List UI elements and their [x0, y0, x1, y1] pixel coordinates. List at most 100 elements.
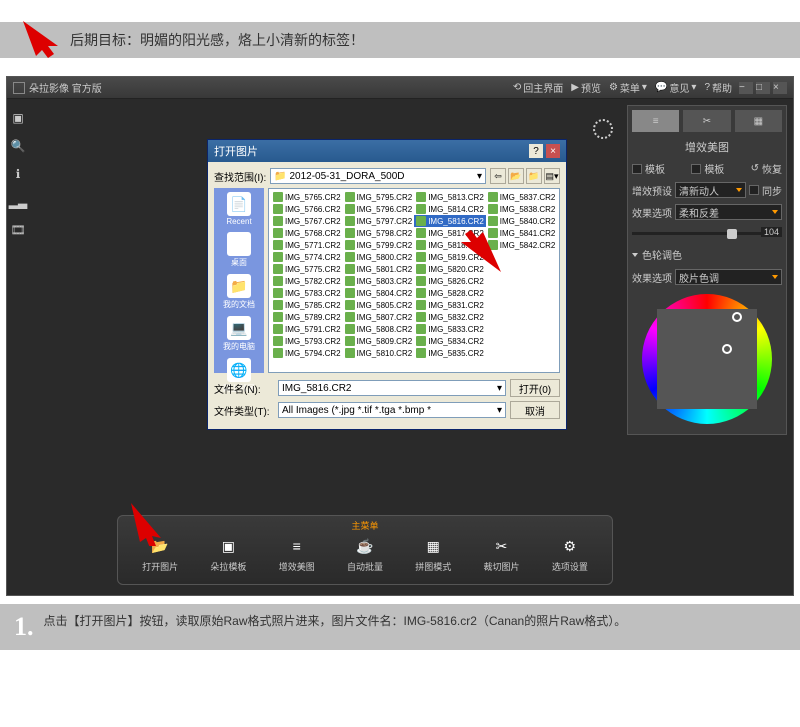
file-item[interactable]: IMG_5820.CR2: [414, 263, 486, 275]
file-item[interactable]: IMG_5801.CR2: [343, 263, 415, 275]
file-item[interactable]: [486, 311, 558, 323]
rp-tab-adjust[interactable]: ≡: [632, 110, 679, 132]
rp-tab-grid[interactable]: ▦: [735, 110, 782, 132]
menu-item-6[interactable]: ⚙选项设置: [552, 535, 588, 573]
nav-back-icon[interactable]: ⇦: [490, 168, 506, 184]
sb-mypc[interactable]: 💻我的电脑: [223, 316, 255, 352]
file-item[interactable]: IMG_5808.CR2: [343, 323, 415, 335]
nav-up-icon[interactable]: 📂: [508, 168, 524, 184]
file-item[interactable]: IMG_5818.CR2: [414, 239, 486, 251]
file-item[interactable]: [486, 275, 558, 287]
file-item[interactable]: IMG_5810.CR2: [343, 347, 415, 359]
file-item[interactable]: [486, 347, 558, 359]
dialog-close-icon[interactable]: ×: [546, 144, 560, 158]
file-item[interactable]: IMG_5771.CR2: [271, 239, 343, 251]
file-item[interactable]: IMG_5834.CR2: [414, 335, 486, 347]
menu-item-3[interactable]: ☕自动批量: [347, 535, 383, 573]
menu-main[interactable]: ⟲ 回主界面: [513, 80, 563, 95]
file-item[interactable]: [486, 251, 558, 263]
file-item[interactable]: IMG_5795.CR2: [343, 191, 415, 203]
file-item[interactable]: IMG_5794.CR2: [271, 347, 343, 359]
rp-preset-select[interactable]: 清新动人: [675, 182, 746, 198]
file-item[interactable]: IMG_5785.CR2: [271, 299, 343, 311]
tool-histogram-icon[interactable]: ▂▃: [9, 193, 27, 211]
file-item[interactable]: IMG_5783.CR2: [271, 287, 343, 299]
rp-opt-select[interactable]: 柔和反差: [675, 204, 782, 220]
file-item[interactable]: IMG_5791.CR2: [271, 323, 343, 335]
rp-slider[interactable]: 104: [632, 227, 782, 239]
file-item[interactable]: IMG_5832.CR2: [414, 311, 486, 323]
file-item[interactable]: [486, 323, 558, 335]
file-item[interactable]: IMG_5766.CR2: [271, 203, 343, 215]
menu-item-4[interactable]: ▦拼图模式: [415, 535, 451, 573]
file-item[interactable]: IMG_5835.CR2: [414, 347, 486, 359]
file-item[interactable]: IMG_5837.CR2: [486, 191, 558, 203]
nav-newfolder-icon[interactable]: 📁: [526, 168, 542, 184]
file-item[interactable]: IMG_5800.CR2: [343, 251, 415, 263]
filename-input[interactable]: IMG_5816.CR2▾: [278, 380, 506, 396]
sb-mydocs[interactable]: 📁我的文档: [223, 274, 255, 310]
file-item[interactable]: IMG_5768.CR2: [271, 227, 343, 239]
lookin-select[interactable]: 📁 2012-05-31_DORA_500D▾: [270, 168, 486, 184]
file-item[interactable]: IMG_5840.CR2: [486, 215, 558, 227]
file-item[interactable]: [486, 335, 558, 347]
rp-sync-check[interactable]: [749, 185, 759, 195]
file-item[interactable]: IMG_5767.CR2: [271, 215, 343, 227]
file-item[interactable]: IMG_5838.CR2: [486, 203, 558, 215]
rp-opt2-select[interactable]: 胶片色调: [675, 269, 782, 285]
rp-tab-crop[interactable]: ✂: [683, 110, 730, 132]
file-item[interactable]: IMG_5793.CR2: [271, 335, 343, 347]
window-maximize[interactable]: □: [756, 82, 770, 94]
rp-check-template-b[interactable]: [691, 164, 701, 174]
file-item[interactable]: IMG_5833.CR2: [414, 323, 486, 335]
nav-view-icon[interactable]: ▤▾: [544, 168, 560, 184]
tool-search-icon[interactable]: 🔍: [9, 137, 27, 155]
file-item[interactable]: IMG_5842.CR2: [486, 239, 558, 251]
sb-recent[interactable]: 📄Recent: [226, 192, 251, 226]
file-item[interactable]: IMG_5809.CR2: [343, 335, 415, 347]
rp-check-template-a[interactable]: [632, 164, 642, 174]
file-item[interactable]: IMG_5804.CR2: [343, 287, 415, 299]
tool-filmstrip-icon[interactable]: 🎞: [9, 221, 27, 239]
file-item[interactable]: IMG_5841.CR2: [486, 227, 558, 239]
menu-help[interactable]: ? 帮助: [704, 80, 732, 95]
filetype-select[interactable]: All Images (*.jpg *.tif *.tga *.bmp *▾: [278, 402, 506, 418]
file-item[interactable]: IMG_5826.CR2: [414, 275, 486, 287]
file-list[interactable]: IMG_5765.CR2IMG_5795.CR2IMG_5813.CR2IMG_…: [268, 188, 560, 373]
dialog-help-icon[interactable]: ? ×: [529, 144, 560, 158]
menu-feedback[interactable]: 💬 意见 ▾: [655, 80, 696, 95]
file-item[interactable]: IMG_5798.CR2: [343, 227, 415, 239]
file-item[interactable]: IMG_5807.CR2: [343, 311, 415, 323]
file-item[interactable]: [486, 263, 558, 275]
menu-menu[interactable]: ⚙ 菜单 ▾: [609, 80, 647, 95]
file-item[interactable]: IMG_5819.CR2: [414, 251, 486, 263]
menu-item-2[interactable]: ≡增效美图: [279, 535, 315, 573]
file-item[interactable]: IMG_5828.CR2: [414, 287, 486, 299]
file-item[interactable]: IMG_5817.CR2: [414, 227, 486, 239]
file-item[interactable]: IMG_5765.CR2: [271, 191, 343, 203]
menu-preview[interactable]: ▶ 预览: [571, 80, 601, 95]
rp-restore-btn[interactable]: 恢复: [762, 161, 782, 176]
file-item[interactable]: IMG_5796.CR2: [343, 203, 415, 215]
file-item[interactable]: IMG_5805.CR2: [343, 299, 415, 311]
file-item[interactable]: IMG_5814.CR2: [414, 203, 486, 215]
tool-info-icon[interactable]: ℹ: [9, 165, 27, 183]
file-item[interactable]: [486, 299, 558, 311]
rp-section-colorwheel[interactable]: 色轮调色: [632, 243, 782, 266]
open-button[interactable]: 打开(0): [510, 379, 560, 397]
file-item[interactable]: IMG_5789.CR2: [271, 311, 343, 323]
file-item[interactable]: IMG_5831.CR2: [414, 299, 486, 311]
file-item[interactable]: IMG_5797.CR2: [343, 215, 415, 227]
window-minimize[interactable]: −: [739, 82, 753, 94]
file-item[interactable]: IMG_5803.CR2: [343, 275, 415, 287]
file-item[interactable]: IMG_5799.CR2: [343, 239, 415, 251]
file-item[interactable]: IMG_5782.CR2: [271, 275, 343, 287]
tool-image-icon[interactable]: ▣: [9, 109, 27, 127]
sb-desktop[interactable]: 🖥桌面: [227, 232, 251, 268]
color-wheel[interactable]: [642, 294, 772, 424]
menu-item-1[interactable]: ▣朵拉模板: [210, 535, 246, 573]
file-item[interactable]: IMG_5816.CR2: [414, 215, 486, 227]
menu-item-5[interactable]: ✂裁切图片: [484, 535, 520, 573]
file-item[interactable]: IMG_5813.CR2: [414, 191, 486, 203]
menu-item-0[interactable]: 📂打开图片: [142, 535, 178, 573]
